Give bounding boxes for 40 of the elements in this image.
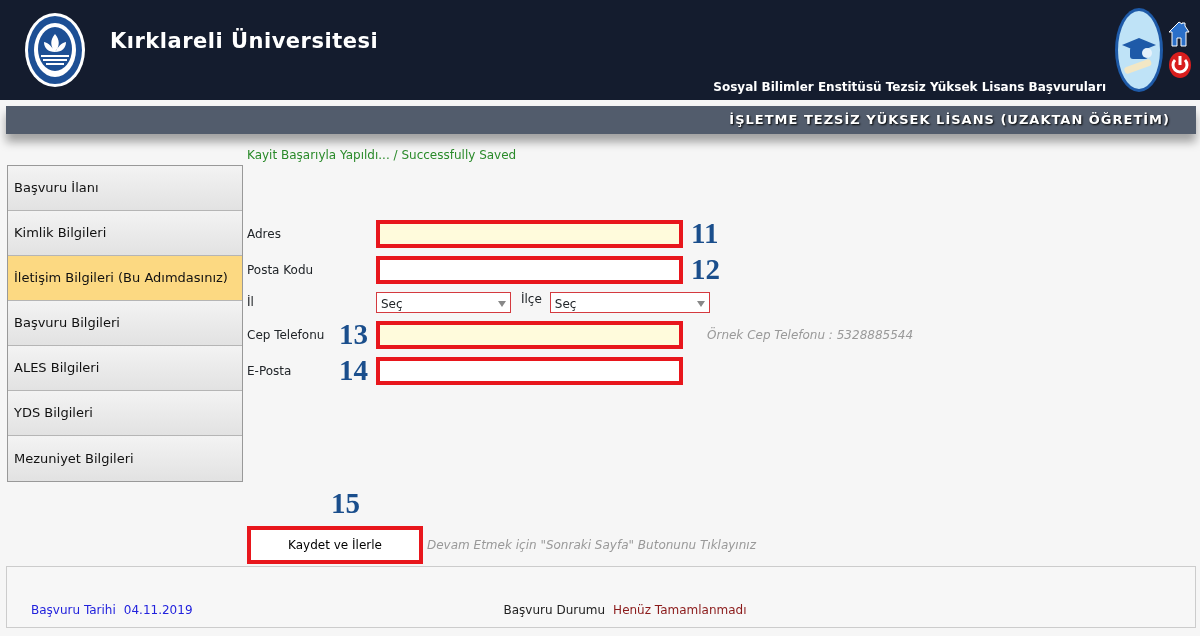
field-label: İlçe: [521, 291, 542, 308]
step-number: 15: [331, 489, 360, 518]
input-field[interactable]: [376, 219, 683, 248]
step-number: 13: [339, 320, 368, 349]
sidebar-item[interactable]: Mezuniyet Bilgileri: [8, 436, 242, 481]
select-dropdown[interactable]: Seç: [376, 291, 511, 313]
step-number: 12: [691, 255, 720, 284]
input-field[interactable]: [376, 255, 683, 284]
application-date: 04.11.2019: [123, 602, 193, 619]
sidebar-item[interactable]: Kimlik Bilgileri: [8, 211, 242, 256]
input-field[interactable]: [376, 320, 683, 349]
continue-hint: Devam Etmek için "Sonraki Sayfa" Butonunu Tıklayınız: [427, 537, 756, 554]
example-hint: Örnek Cep Telefonu : 5328885544: [707, 326, 914, 344]
field-label: Posta Kodu: [247, 261, 314, 279]
field-label: Cep Telefonu: [247, 326, 325, 344]
step-number: 11: [691, 219, 719, 248]
sidebar-item[interactable]: YDS Bilgileri: [8, 391, 242, 436]
caret-icon: [696, 300, 705, 307]
status-label: Başvuru Durumu: [503, 602, 606, 619]
application-status: Henüz Tamamlanmadı: [613, 602, 747, 619]
university-name: Kırklareli Üniversitesi: [110, 27, 380, 55]
input-field[interactable]: [376, 356, 683, 385]
graduation-cap-icon[interactable]: [1114, 7, 1164, 93]
portal-subtitle: Sosyal Bilimler Enstitüsü Tezsiz Yüksek Lisans Başvuruları: [713, 79, 1106, 96]
date-label: Başvuru Tarihi: [31, 602, 116, 619]
field-label: İl: [247, 294, 254, 311]
home-icon[interactable]: [1168, 21, 1190, 47]
caret-icon: [498, 300, 506, 307]
field-label: Adres: [247, 225, 281, 243]
sidebar-item[interactable]: Başvuru Bilgileri: [8, 301, 242, 346]
sidebar-item[interactable]: ALES Bilgileri: [8, 346, 242, 391]
sidebar-item[interactable]: İletişim Bilgileri (Bu Adımdasınız): [8, 256, 242, 301]
program-title: İŞLETME TEZSİZ YÜKSEK LİSANS (UZAKTAN ÖĞRETİM): [729, 111, 1170, 130]
success-message: Kayit Başarıyla Yapıldı... / Successfully Saved: [247, 147, 518, 164]
power-icon[interactable]: [1168, 51, 1192, 79]
select-dropdown[interactable]: Seç: [549, 291, 710, 313]
step-number: 14: [339, 356, 368, 385]
save-and-continue-button[interactable]: Kaydet ve İlerle: [247, 526, 423, 564]
field-label: E-Posta: [247, 362, 292, 380]
sidebar-item[interactable]: Başvuru İlanı: [8, 166, 242, 211]
